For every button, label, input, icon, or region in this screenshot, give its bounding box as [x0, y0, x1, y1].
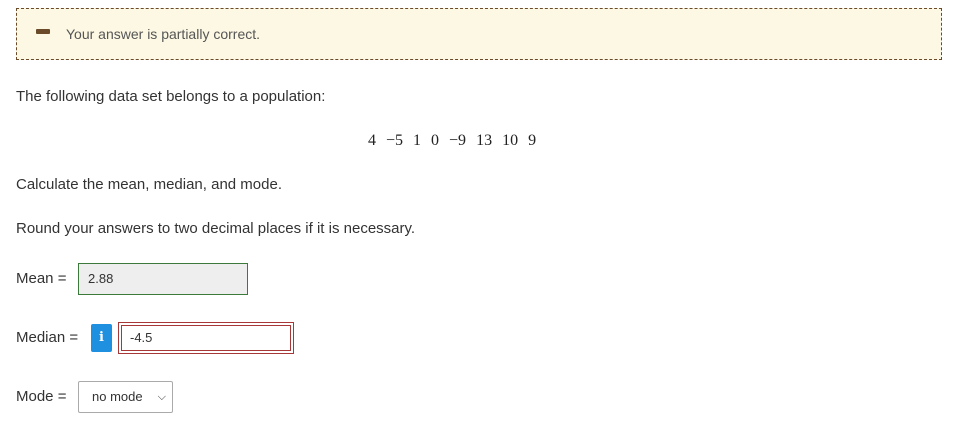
mean-input[interactable]: 2.88: [78, 263, 248, 295]
data-value: −5: [386, 132, 404, 149]
feedback-banner: Your answer is partially correct.: [16, 8, 942, 60]
question-instruction: Calculate the mean, median, and mode.: [16, 176, 282, 193]
mode-label: Mode =: [16, 388, 67, 405]
data-set: 4 −5 1 0 −9 13 10 9: [368, 132, 536, 150]
feedback-message: Your answer is partially correct.: [66, 26, 261, 42]
median-input[interactable]: -4.5: [121, 325, 291, 351]
data-value: 0: [431, 132, 440, 149]
data-value: 1: [413, 132, 422, 149]
question-intro: The following data set belongs to a popu…: [16, 88, 326, 105]
data-value: 9: [528, 132, 537, 149]
info-icon[interactable]: i: [91, 324, 112, 352]
mode-selected-value: no mode: [92, 389, 143, 404]
median-input-frame[interactable]: -4.5: [118, 322, 294, 354]
mode-select[interactable]: no mode ⌵: [78, 381, 173, 413]
data-value: 13: [476, 132, 493, 149]
partial-correct-icon: [36, 29, 50, 34]
data-value: −9: [449, 132, 467, 149]
chevron-down-icon: ⌵: [157, 391, 166, 403]
rounding-note: Round your answers to two decimal places…: [16, 220, 416, 237]
data-value: 4: [368, 132, 376, 149]
mean-label: Mean =: [16, 270, 67, 287]
data-value: 10: [502, 132, 519, 149]
median-label: Median =: [16, 329, 79, 346]
